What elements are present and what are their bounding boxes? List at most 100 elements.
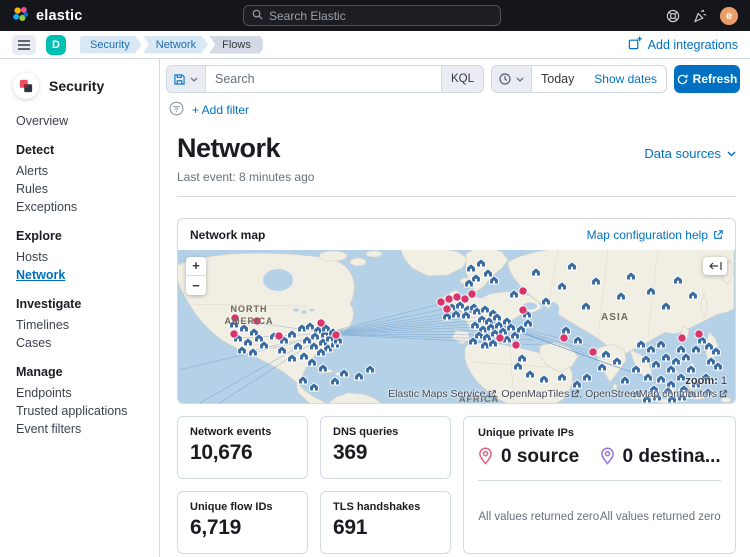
map-marker-house-door [577,341,579,344]
stat-card-value: 369 [333,441,438,465]
svg-text:AMERICA: AMERICA [225,316,274,326]
space-badge[interactable]: D [46,35,66,55]
map-marker-house-door [343,374,345,377]
map-marker-point[interactable] [230,330,238,338]
map-marker-house-door [459,306,461,309]
map-marker-house-door [334,345,336,348]
breadcrumb-flows: Flows [209,36,263,54]
map-marker-house-door [692,296,694,299]
kql-language-badge[interactable]: KQL [441,66,483,92]
help-icon[interactable] [666,9,680,23]
map-marker-point[interactable] [519,306,527,314]
map-marker-point[interactable] [519,287,527,295]
map-marker-house-door [311,363,313,366]
map-attribution-link[interactable]: , OpenMapTiles [496,388,580,400]
sidebar-item-event-filters[interactable]: Event filters [16,420,159,438]
sidebar-item-endpoints[interactable]: Endpoints [16,384,159,402]
map-marker-point[interactable] [512,341,520,349]
map-marker-house-door [297,347,299,350]
map-marker-house-door [482,330,484,333]
stat-card-unique-flow-ids: Unique flow IDs6,719 [177,491,308,554]
map-meta: zoom: 1 Elastic Maps Service, OpenMapTil… [388,375,727,400]
map-marker-house-door [337,341,339,344]
sidebar-item-network[interactable]: Network [16,266,159,284]
global-search[interactable] [243,5,501,26]
kql-search-input[interactable] [206,72,441,86]
map-marker-point[interactable] [445,295,453,303]
sidebar-item-overview[interactable]: Overview [16,112,159,130]
external-link-icon [488,390,496,398]
external-link-icon [719,390,727,398]
map-marker-house-door [480,264,482,267]
map-marker-house-door [291,335,293,338]
global-search-input[interactable] [269,9,492,23]
quick-time-menu-button[interactable] [492,66,532,92]
sidebar-item-rules[interactable]: Rules [16,180,159,198]
date-range-value[interactable]: Today [532,72,594,86]
map-marker-point[interactable] [560,334,568,342]
map-marker-house-door [701,341,703,344]
map-marker-house-door [517,367,519,370]
elastic-logo[interactable]: elastic [12,6,83,26]
saved-query-menu-button[interactable] [167,66,206,92]
map-marker-point[interactable] [589,348,597,356]
zoom-in-button[interactable]: + [186,257,206,276]
breadcrumb-network[interactable]: Network [143,36,208,54]
user-avatar[interactable]: e [720,7,738,25]
map-marker-point[interactable] [317,319,325,327]
map-marker-house-door [322,343,324,346]
map-marker-point[interactable] [437,298,445,306]
breadcrumb-security[interactable]: Security [80,36,142,54]
map-marker-house-door [535,273,537,276]
map-marker-house-door [630,277,632,280]
add-integrations-icon [628,36,642,53]
map-attribution-link[interactable]: , OpenStreetMap contributors [579,388,727,400]
sidebar-item-trusted-applications[interactable]: Trusted applications [16,402,159,420]
map-marker-point[interactable] [678,334,686,342]
newsfeed-icon[interactable] [693,9,707,23]
show-dates-link[interactable]: Show dates [594,72,666,86]
top-header: elastic e [0,0,750,31]
map-marker-point[interactable] [496,334,504,342]
main-content: KQL Today Show dates Refresh + Add filte… [160,59,750,557]
stat-card-tls-handshakes: TLS handshakes691 [320,491,451,554]
map-marker-house-door [325,329,327,332]
map-attribution-link[interactable]: Elastic Maps Service [388,388,495,400]
map-marker-house-door [605,355,607,358]
network-map-canvas[interactable]: NORTH AMERICA ASIA AFRICA + − zoom: 1 El… [178,250,735,403]
map-marker-point[interactable] [695,330,703,338]
map-marker-house-door [476,312,478,315]
zoom-out-button[interactable]: − [186,276,206,295]
map-config-help-link[interactable]: Map configuration help [587,228,723,242]
map-marker-house-door [320,353,322,356]
map-marker-house-door [671,400,673,403]
map-marker-point[interactable] [468,290,476,298]
map-marker-point[interactable] [332,331,340,339]
data-sources-button[interactable]: Data sources [644,146,736,161]
map-marker-point[interactable] [443,305,451,313]
map-marker-house-door [303,357,305,360]
map-marker-house-door [329,339,331,342]
refresh-button[interactable]: Refresh [674,65,740,93]
sidebar-item-cases[interactable]: Cases [16,334,159,352]
map-marker-house-door [247,343,249,346]
filter-icon[interactable] [169,101,184,119]
map-marker-point[interactable] [275,332,283,340]
sidebar-item-hosts[interactable]: Hosts [16,248,159,266]
sidebar-item-timelines[interactable]: Timelines [16,316,159,334]
map-marker-house-door [526,315,528,318]
sidebar-item-exceptions[interactable]: Exceptions [16,198,159,216]
map-legend-toggle-button[interactable] [703,257,727,275]
map-marker-point[interactable] [453,293,461,301]
map-marker-house-door [369,370,371,373]
add-integrations-link[interactable]: Add integrations [628,36,738,53]
add-filter-link[interactable]: + Add filter [192,103,249,117]
stat-card-label: TLS handshakes [333,501,438,513]
search-icon [252,8,263,23]
menu-hamburger-icon[interactable] [12,35,36,55]
map-marker-house-door [306,341,308,344]
sidebar-item-alerts[interactable]: Alerts [16,162,159,180]
map-marker-house-door [513,295,515,298]
stat-card-value: 6,719 [190,516,295,540]
stat-card-value: 10,676 [190,441,295,465]
